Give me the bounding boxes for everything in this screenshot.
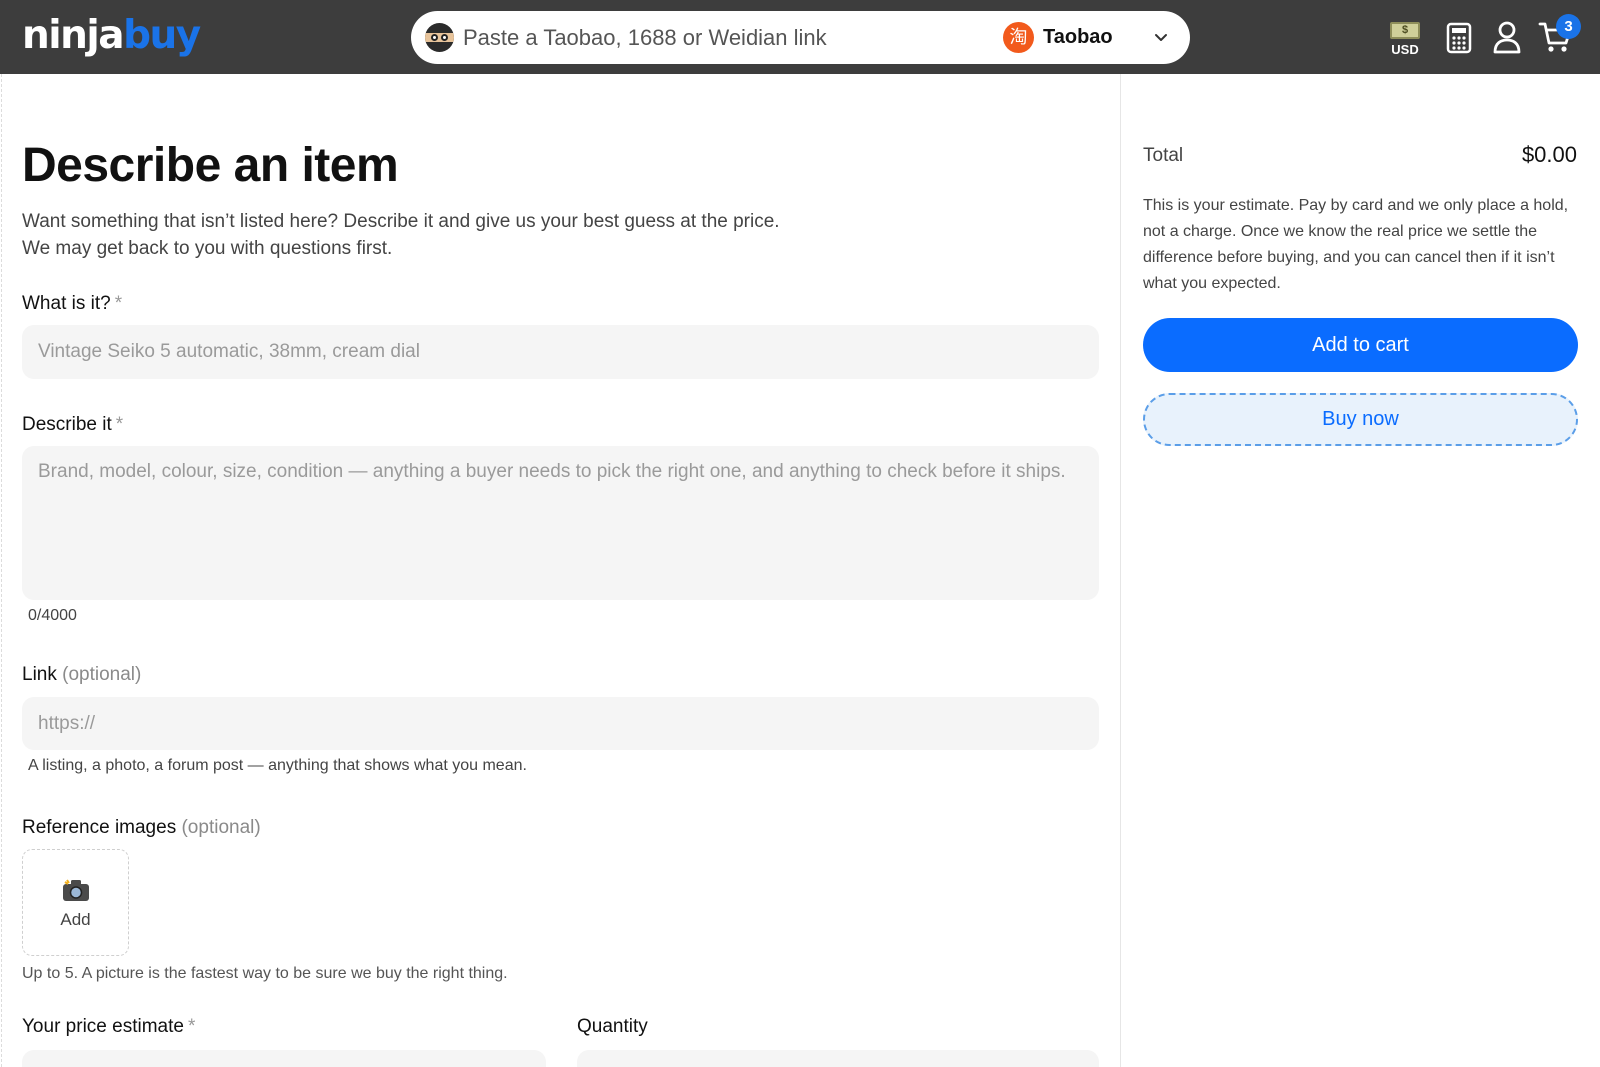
link-input[interactable] <box>22 697 1099 750</box>
required-mark: * <box>114 293 123 314</box>
currency-selector[interactable]: $ USD <box>1389 20 1421 60</box>
estimate-note: This is your estimate. Pay by card and w… <box>1143 197 1569 292</box>
chevron-down-icon <box>1155 34 1167 41</box>
item-name-input[interactable] <box>22 325 1099 379</box>
total-label: Total <box>1143 145 1184 166</box>
reference-images-label: Reference images (optional) <box>22 817 261 838</box>
character-counter: 0/4000 <box>28 607 77 624</box>
link-label: Link (optional) <box>22 664 142 685</box>
price-estimate-label: Your price estimate * <box>22 1016 196 1037</box>
add-image-button[interactable]: Add <box>22 849 129 956</box>
page-title: Describe an item <box>22 139 399 192</box>
quantity-stepper[interactable] <box>577 1050 1099 1067</box>
top-bar: ninjabuy 淘 Taobao $ USD 3 <box>0 0 1600 74</box>
add-to-cart-button[interactable]: Add to cart <box>1143 318 1578 372</box>
currency-icon: $ <box>1390 22 1420 39</box>
link-search-input[interactable] <box>463 11 973 64</box>
reference-images-hint: Up to 5. A picture is the fastest way to… <box>22 965 508 982</box>
user-icon[interactable] <box>1492 20 1522 54</box>
add-image-label: Add <box>60 910 91 929</box>
left-edge-divider <box>1 74 2 1067</box>
calculator-icon[interactable] <box>1446 22 1472 54</box>
buy-now-button[interactable]: Buy now <box>1143 393 1578 446</box>
item-description-textarea[interactable] <box>22 446 1099 600</box>
price-estimate-input[interactable] <box>22 1050 546 1067</box>
required-mark: * <box>115 414 124 435</box>
taobao-icon: 淘 <box>1003 22 1034 53</box>
platform-selector[interactable]: 淘 Taobao <box>1003 19 1183 56</box>
link-search-bar: 淘 Taobao <box>411 11 1190 64</box>
page-description: Want something that isn’t listed here? D… <box>22 211 780 259</box>
sidebar-divider <box>1120 74 1121 1067</box>
ninjabuy-logo[interactable]: ninjabuy <box>22 12 201 60</box>
camera-icon <box>63 879 89 901</box>
currency-label: USD <box>1391 42 1419 57</box>
platform-label: Taobao <box>1043 26 1113 48</box>
total-value: $0.00 <box>1521 142 1577 167</box>
link-hint: A listing, a photo, a forum post — anyth… <box>28 757 527 774</box>
required-mark: * <box>187 1016 196 1037</box>
ninja-icon <box>425 23 454 52</box>
quantity-label: Quantity <box>577 1016 648 1037</box>
describe-it-label: Describe it * <box>22 414 124 435</box>
cart-count-badge: 3 <box>1556 14 1581 39</box>
what-is-it-label: What is it? * <box>22 293 123 314</box>
